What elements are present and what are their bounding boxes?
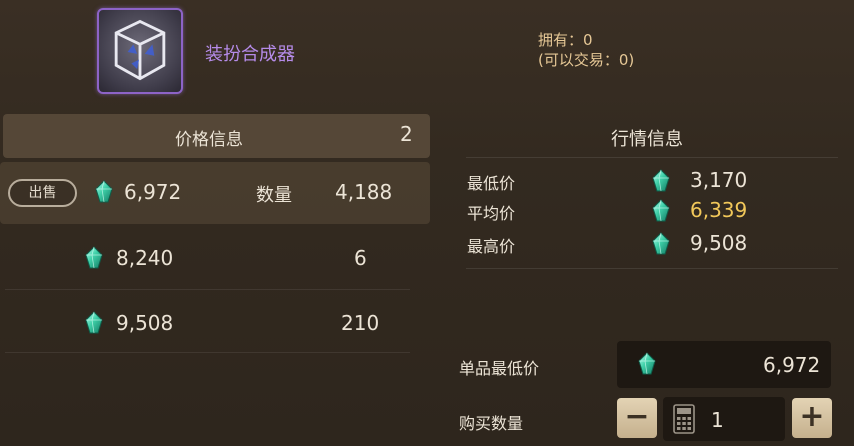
item-name: 装扮合成器	[205, 44, 295, 65]
calculator-icon[interactable]	[673, 404, 695, 434]
row-divider	[5, 352, 410, 353]
price-info-title: 价格信息	[175, 130, 243, 150]
gem-currency-icon	[651, 199, 671, 223]
purchase-qty-value[interactable]: 1	[711, 408, 724, 432]
increase-qty-button[interactable]: +	[792, 398, 832, 438]
purchase-qty-label: 购买数量	[459, 414, 524, 433]
min-price-value: 3,170	[690, 168, 748, 192]
market-info-title: 行情信息	[611, 129, 683, 150]
min-price-label: 最低价	[467, 174, 516, 193]
item-synthesizer-cube-icon[interactable]	[97, 8, 183, 94]
gem-currency-icon	[651, 169, 671, 193]
unit-min-price-value: 6,972	[763, 353, 821, 377]
gem-currency-icon	[637, 352, 657, 376]
listing-quantity[interactable]: 210	[341, 311, 379, 335]
gem-currency-icon	[84, 311, 104, 335]
avg-price-label: 平均价	[467, 204, 516, 223]
gem-currency-icon	[94, 180, 114, 204]
listing-price: 6,972	[124, 180, 182, 204]
market-divider	[466, 268, 838, 269]
unit-min-price-label: 单品最低价	[459, 359, 540, 378]
listing-price[interactable]: 9,508	[116, 311, 173, 335]
gem-currency-icon	[651, 232, 671, 256]
quantity-label: 数量	[256, 185, 292, 206]
gem-currency-icon	[84, 246, 104, 270]
price-info-count: 2	[400, 122, 413, 146]
tradable-count: (可以交易：0)	[538, 51, 635, 69]
listing-quantity: 4,188	[335, 180, 393, 204]
max-price-label: 最高价	[467, 237, 516, 256]
market-divider	[466, 157, 838, 158]
avg-price-value: 6,339	[690, 198, 748, 222]
decrease-qty-button[interactable]: −	[617, 398, 657, 438]
listing-price[interactable]: 8,240	[116, 246, 173, 270]
owned-count: 拥有：0	[538, 31, 593, 49]
sell-button[interactable]: 出售	[8, 179, 77, 207]
listing-quantity[interactable]: 6	[354, 246, 367, 270]
row-divider	[5, 289, 410, 290]
max-price-value: 9,508	[690, 231, 748, 255]
